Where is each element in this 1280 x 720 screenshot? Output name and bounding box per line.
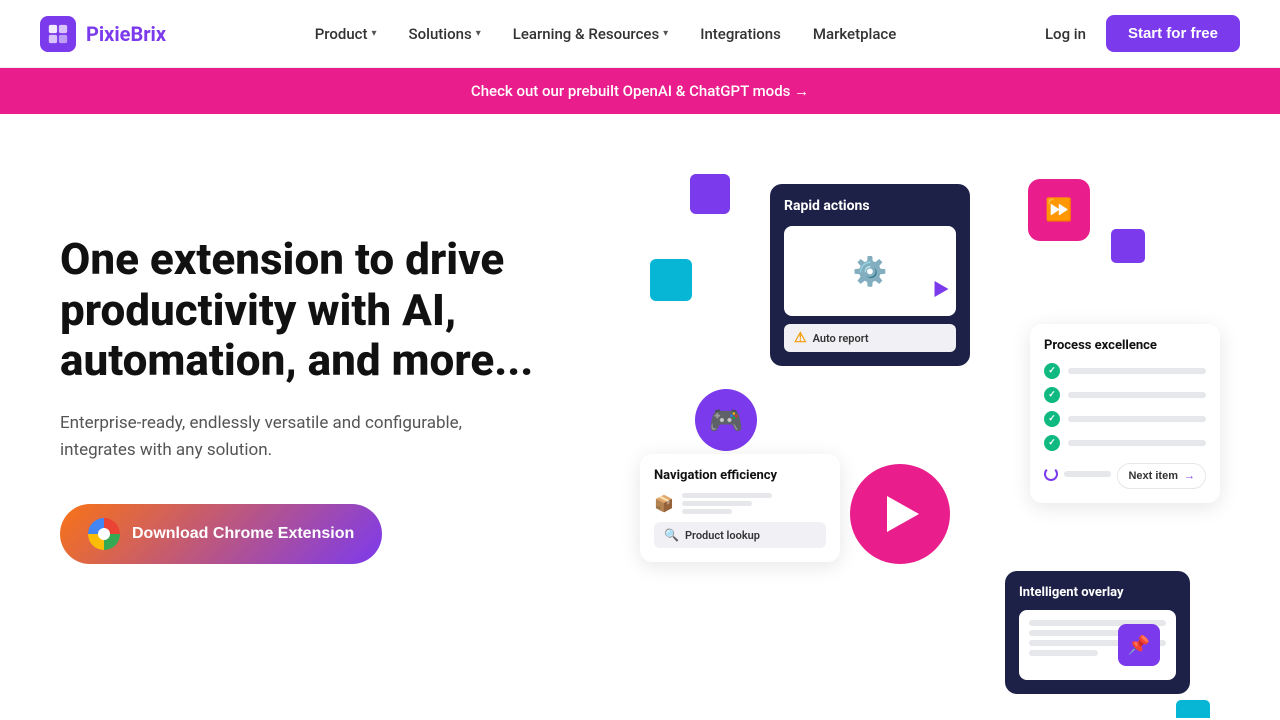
cube-icon: 📦 [654,494,674,513]
search-icon: 🔍 [664,528,679,542]
rapid-actions-content: ⚙️ [784,226,956,316]
arrow-icon: → [1184,470,1195,482]
loading-spinner [1044,467,1058,481]
process-excellence-card: Process excellence Next item [1030,324,1220,503]
cursor-icon [928,281,949,301]
decorative-block-pacman: 🎮 [695,389,757,451]
decorative-pin: 📌 [1118,624,1160,666]
chevron-down-icon: ▾ [476,28,481,39]
product-lookup-badge: 🔍 Product lookup [654,522,826,548]
nav-learning[interactable]: Learning & Resources ▾ [513,25,668,43]
check-icon [1044,387,1060,403]
navigation-bar: PixieBrix Product ▾ Solutions ▾ Learning… [0,0,1280,68]
warning-icon: ⚠ [794,330,807,346]
intelligent-overlay-card: Intelligent overlay [1005,571,1190,694]
hero-title: One extension to drive productivity with… [60,234,620,386]
promo-banner[interactable]: Check out our prebuilt OpenAI & ChatGPT … [0,68,1280,114]
bug-icon: ⚙️ [853,255,888,288]
process-row-1 [1044,363,1206,379]
auto-report-badge: ⚠ Auto report [784,324,956,352]
decorative-block-fastforward: ⏩ [1028,179,1090,241]
nav-marketplace[interactable]: Marketplace [813,25,896,43]
process-row-3 [1044,411,1206,427]
hero-subtitle: Enterprise-ready, endlessly versatile an… [60,410,540,464]
check-icon [1044,363,1060,379]
logo-icon [40,16,76,52]
nav-integrations[interactable]: Integrations [700,25,781,43]
logo-text: PixieBrix [86,22,166,46]
nav-solutions[interactable]: Solutions ▾ [409,25,481,43]
chevron-down-icon: ▾ [372,28,377,39]
process-row-2 [1044,387,1206,403]
logo[interactable]: PixieBrix [40,16,166,52]
play-icon [887,496,919,532]
nav-actions: Log in Start for free [1045,15,1240,52]
navigation-efficiency-card: Navigation efficiency 📦 🔍 Product lookup [640,454,840,562]
decorative-block-teal [650,259,692,301]
main-content: One extension to drive productivity with… [0,114,1280,718]
check-icon [1044,435,1060,451]
start-free-button[interactable]: Start for free [1106,15,1240,52]
download-chrome-extension-button[interactable]: Download Chrome Extension [60,504,382,564]
decorative-block-purple-sm-top [1111,229,1145,263]
nav-product[interactable]: Product ▾ [315,25,377,43]
nav-row: 📦 [654,493,826,514]
login-link[interactable]: Log in [1045,25,1086,43]
decorative-teal-bottom [1176,700,1210,718]
nav-links: Product ▾ Solutions ▾ Learning & Resourc… [315,25,897,43]
chevron-down-icon: ▾ [663,28,668,39]
process-row-4 [1044,435,1206,451]
decorative-block-purple [690,174,730,214]
hero-section: One extension to drive productivity with… [60,174,620,564]
rapid-actions-card: Rapid actions ⚙️ ⚠ Auto report [770,184,970,366]
chrome-icon [88,518,120,550]
next-item-button[interactable]: Next item → [1117,463,1206,489]
check-icon [1044,411,1060,427]
hero-visual: 🎮 ⏩ Rapid actions ⚙️ ⚠ Auto report Proce… [640,174,1220,718]
play-button[interactable] [850,464,950,564]
